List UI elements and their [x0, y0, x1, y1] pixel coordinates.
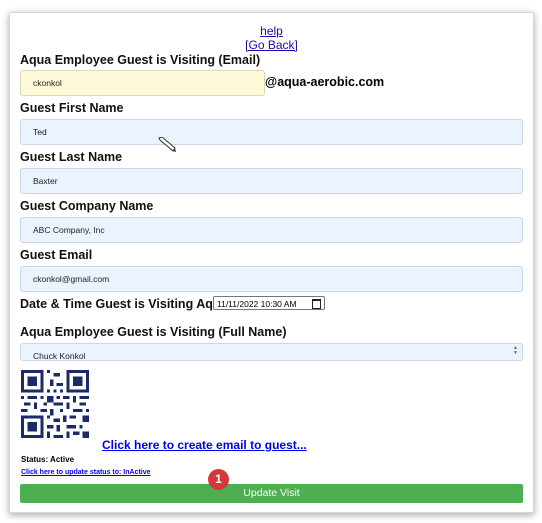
employee-full-name-label: Aqua Employee Guest is Visiting (Full Na… — [20, 325, 287, 339]
guest-first-name-label: Guest First Name — [20, 101, 124, 115]
guest-company-label: Guest Company Name — [20, 199, 154, 213]
resize-scroll-arrows-icon[interactable]: ▲ ▼ — [512, 346, 519, 356]
visit-form: help [Go Back] Aqua Employee Guest is Vi… — [9, 12, 534, 513]
update-visit-button[interactable]: Update Visit — [20, 484, 523, 503]
employee-email-label: Aqua Employee Guest is Visiting (Email) — [20, 53, 261, 67]
visit-datetime-value: 11/11/2022 10:30 AM — [217, 299, 297, 309]
top-links: help [Go Back] — [10, 24, 533, 52]
qr-code — [21, 370, 89, 438]
employee-email-field[interactable]: ckonkol — [20, 70, 265, 96]
employee-full-name-value: Chuck Konkol — [33, 351, 86, 361]
guest-company-field[interactable]: ABC Company, Inc — [20, 217, 523, 243]
employee-full-name-field[interactable]: Chuck Konkol ▲ ▼ — [20, 343, 523, 361]
calendar-icon[interactable] — [312, 299, 321, 309]
visit-datetime-label: Date & Time Guest is Visiting Aqua: — [20, 297, 232, 311]
guest-last-name-field[interactable]: Baxter — [20, 168, 523, 194]
pen-cursor-icon — [158, 137, 176, 152]
guest-email-field[interactable]: ckonkol@gmail.com — [20, 266, 523, 292]
update-status-link[interactable]: Click here to update status to: InActive — [21, 469, 151, 476]
guest-last-name-label: Guest Last Name — [20, 150, 123, 164]
help-link[interactable]: help — [10, 24, 533, 38]
email-domain: @aqua-aerobic.com — [265, 75, 385, 89]
guest-first-name-field[interactable]: Ted — [20, 119, 523, 145]
go-back-link[interactable]: [Go Back] — [10, 38, 533, 52]
guest-email-label: Guest Email — [20, 248, 93, 262]
visit-datetime-input[interactable]: 11/11/2022 10:30 AM — [213, 296, 325, 310]
status-text: Status: Active — [21, 455, 75, 464]
create-email-link[interactable]: Click here to create email to guest... — [102, 438, 307, 452]
step-badge: 1 — [208, 469, 229, 490]
